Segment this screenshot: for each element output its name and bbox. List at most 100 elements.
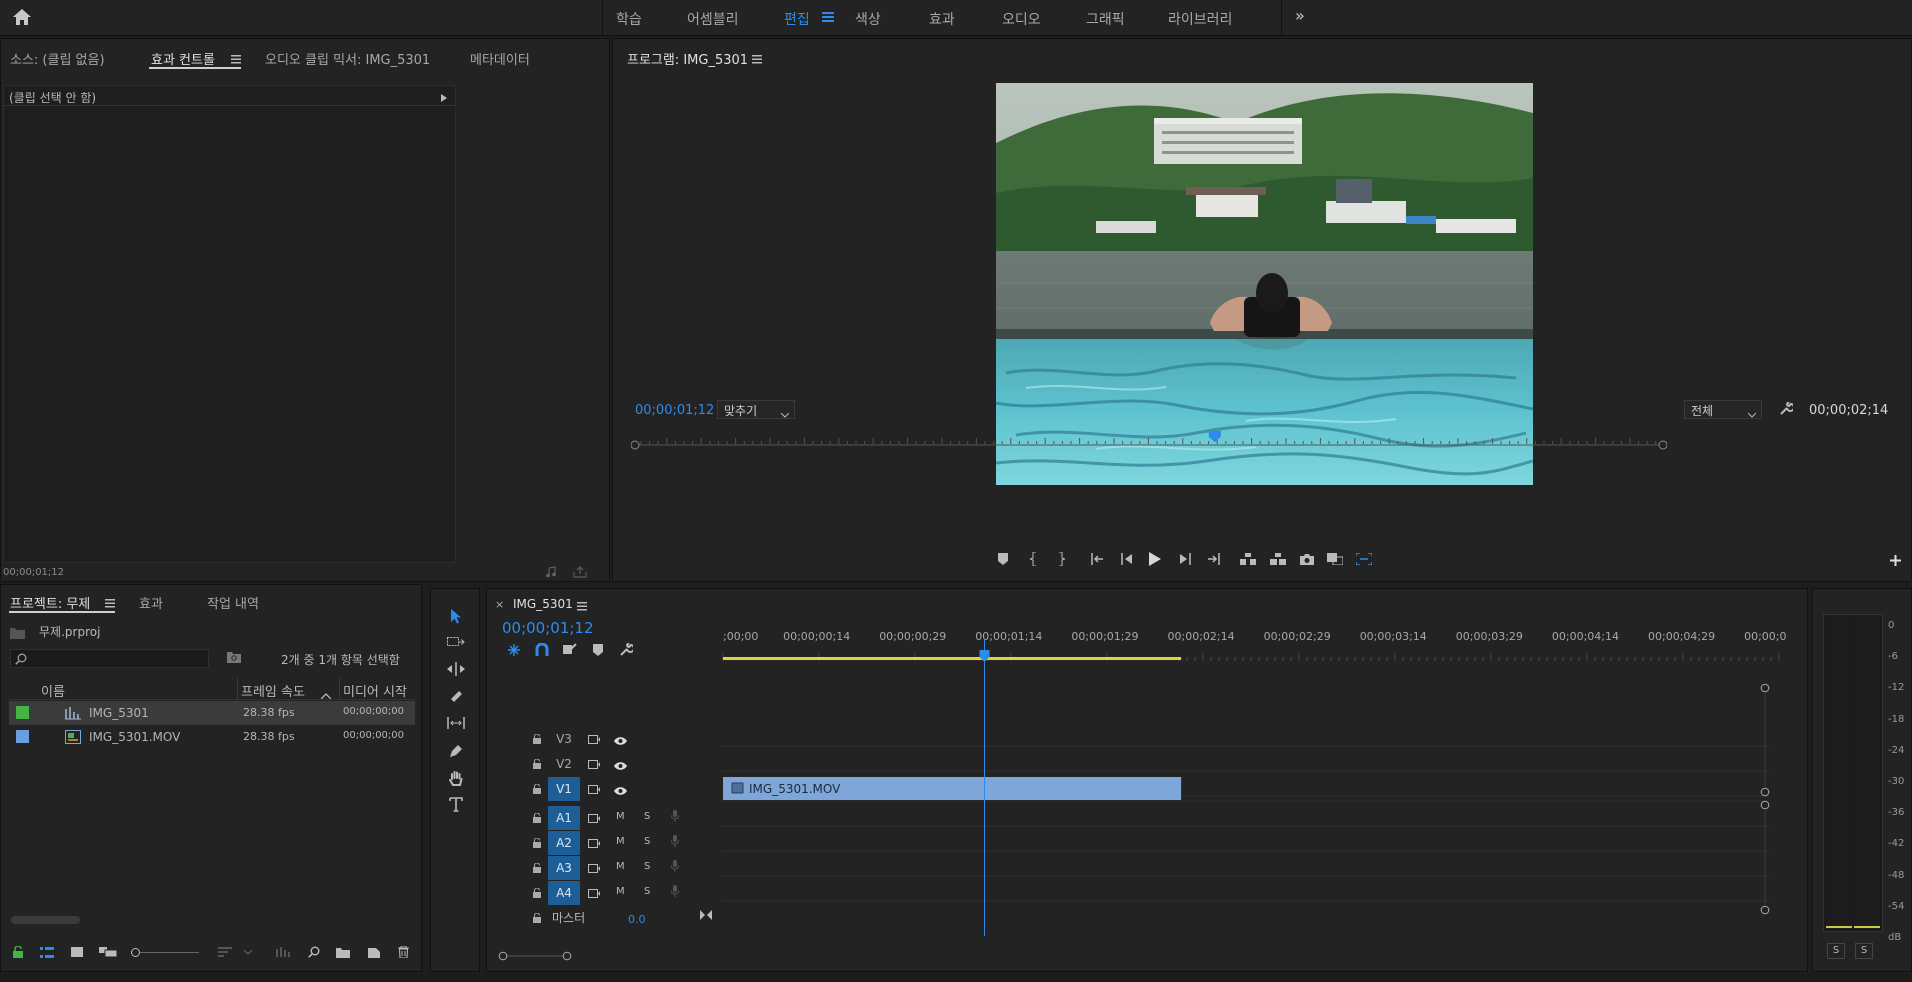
export-frame-camera-icon[interactable] [1296, 548, 1318, 570]
go-to-out-icon[interactable] [1202, 548, 1224, 570]
panel-menu-icon[interactable] [577, 600, 587, 615]
scrubber-playhead[interactable] [1208, 431, 1221, 442]
workspace-tab-color[interactable]: 색상 [855, 9, 881, 29]
lock-icon[interactable] [533, 912, 541, 927]
horizontal-scrollbar[interactable] [11, 916, 80, 924]
workspace-menu-icon[interactable] [822, 11, 834, 26]
toggle-sync-lock-icon[interactable] [588, 733, 600, 748]
mute-button[interactable]: M [616, 861, 625, 872]
zoom-select[interactable]: 맞추기 [717, 400, 795, 419]
program-scrubber[interactable] [630, 429, 1668, 451]
quality-select[interactable]: 전체 [1684, 400, 1762, 419]
icon-view-icon[interactable] [66, 941, 88, 963]
play-icon[interactable] [1144, 548, 1166, 570]
track-v2-label[interactable]: V2 [548, 752, 580, 776]
lift-icon[interactable] [1237, 548, 1259, 570]
type-tool-icon[interactable] [445, 793, 467, 815]
search-input[interactable] [10, 649, 209, 668]
meter-solo-left[interactable]: S [1827, 943, 1845, 959]
program-monitor-title[interactable]: 프로그램: IMG_5301 [627, 49, 748, 68]
eye-icon[interactable] [614, 759, 627, 774]
timeline-settings-wrench-icon[interactable] [615, 639, 637, 661]
timeline-track-area[interactable]: IMG_5301.MOV [722, 640, 1782, 948]
label-color-swatch[interactable] [16, 706, 29, 719]
pen-tool-icon[interactable] [445, 740, 467, 762]
timeline-timecode[interactable]: 00;00;01;12 [502, 619, 594, 637]
add-marker-icon[interactable] [587, 639, 609, 661]
wrench-icon[interactable] [1779, 401, 1795, 420]
column-media-start[interactable]: 미디어 시작 [343, 681, 407, 700]
comparison-view-icon[interactable] [1324, 548, 1346, 570]
trash-icon[interactable] [392, 941, 414, 963]
project-item-row[interactable]: IMG_5301.MOV 28.38 fps 00;00;00;00 [9, 725, 415, 749]
ripple-edit-tool-icon[interactable] [445, 658, 467, 680]
find-bin-icon[interactable] [227, 651, 241, 667]
microphone-icon[interactable] [670, 810, 680, 826]
panel-menu-icon[interactable] [105, 597, 115, 612]
master-volume-value[interactable]: 0.0 [628, 913, 646, 926]
eye-icon[interactable] [614, 784, 627, 799]
project-item-row[interactable]: IMG_5301 28.38 fps 00;00;00;00 [9, 701, 415, 725]
step-back-icon[interactable] [1116, 548, 1138, 570]
linked-selection-icon[interactable] [559, 639, 581, 661]
track-a2-label[interactable]: A2 [548, 831, 580, 855]
slip-tool-icon[interactable] [445, 712, 467, 734]
toggle-sync-lock-icon[interactable] [588, 758, 600, 773]
toggle-sync-lock-icon[interactable] [588, 837, 600, 852]
tab-source[interactable]: 소스: (클립 없음) [10, 49, 105, 68]
mute-button[interactable]: M [616, 836, 625, 847]
snap-magnet-icon[interactable] [531, 639, 553, 661]
close-icon[interactable]: × [495, 598, 504, 611]
sort-icons-icon[interactable] [214, 941, 236, 963]
mute-button[interactable]: M [616, 811, 625, 822]
go-to-end-icon[interactable] [700, 909, 712, 924]
workspace-tab-audio[interactable]: 오디오 [1002, 9, 1041, 29]
workspace-tab-assembly[interactable]: 어셈블리 [687, 9, 739, 29]
track-v1-label[interactable]: V1 [548, 777, 580, 801]
selection-tool-icon[interactable] [445, 605, 467, 627]
mute-button[interactable]: M [616, 886, 625, 897]
expand-arrow-icon[interactable] [441, 91, 447, 106]
lock-icon[interactable] [533, 887, 541, 902]
extract-icon[interactable] [1267, 548, 1289, 570]
lock-icon[interactable] [533, 733, 541, 748]
toggle-sync-lock-icon[interactable] [588, 887, 600, 902]
mark-out-icon[interactable] [1050, 548, 1072, 570]
solo-button[interactable]: S [644, 886, 650, 897]
proxy-toggle-icon[interactable] [1353, 548, 1375, 570]
timeline-playhead[interactable] [979, 650, 990, 662]
microphone-icon[interactable] [670, 885, 680, 901]
export-icon[interactable] [573, 566, 587, 582]
lock-icon[interactable] [533, 837, 541, 852]
add-marker-icon[interactable] [992, 548, 1014, 570]
solo-button[interactable]: S [644, 836, 650, 847]
column-frame-rate[interactable]: 프레임 속도 [241, 681, 305, 700]
mark-in-icon[interactable] [1023, 548, 1045, 570]
tab-effects[interactable]: 효과 [139, 593, 163, 612]
solo-button[interactable]: S [644, 811, 650, 822]
panel-menu-icon[interactable] [231, 53, 241, 68]
zoom-slider[interactable] [131, 948, 199, 957]
track-a3-label[interactable]: A3 [548, 856, 580, 880]
microphone-icon[interactable] [670, 835, 680, 851]
tab-history[interactable]: 작업 내역 [207, 593, 259, 612]
hand-tool-icon[interactable] [445, 767, 467, 789]
lock-icon[interactable] [533, 862, 541, 877]
tab-metadata[interactable]: 메타데이터 [470, 49, 530, 68]
panel-menu-icon[interactable] [752, 53, 762, 68]
new-bin-icon[interactable] [332, 941, 354, 963]
tab-effect-controls[interactable]: 효과 컨트롤 [151, 49, 215, 68]
timeline-zoom-scrollbar[interactable] [498, 950, 572, 961]
lock-icon[interactable] [7, 941, 29, 963]
workspace-tab-learn[interactable]: 학습 [616, 9, 642, 29]
workspace-tab-effects[interactable]: 효과 [929, 9, 955, 29]
toggle-sync-lock-icon[interactable] [588, 862, 600, 877]
new-item-icon[interactable] [363, 941, 385, 963]
lock-icon[interactable] [533, 783, 541, 798]
workspace-tab-editing[interactable]: 편집 [784, 9, 810, 29]
eye-icon[interactable] [614, 734, 627, 749]
timeline-zoom-handles[interactable] [498, 951, 572, 961]
chevron-down-icon[interactable] [237, 941, 259, 963]
microphone-icon[interactable] [670, 860, 680, 876]
label-color-swatch[interactable] [16, 730, 29, 743]
